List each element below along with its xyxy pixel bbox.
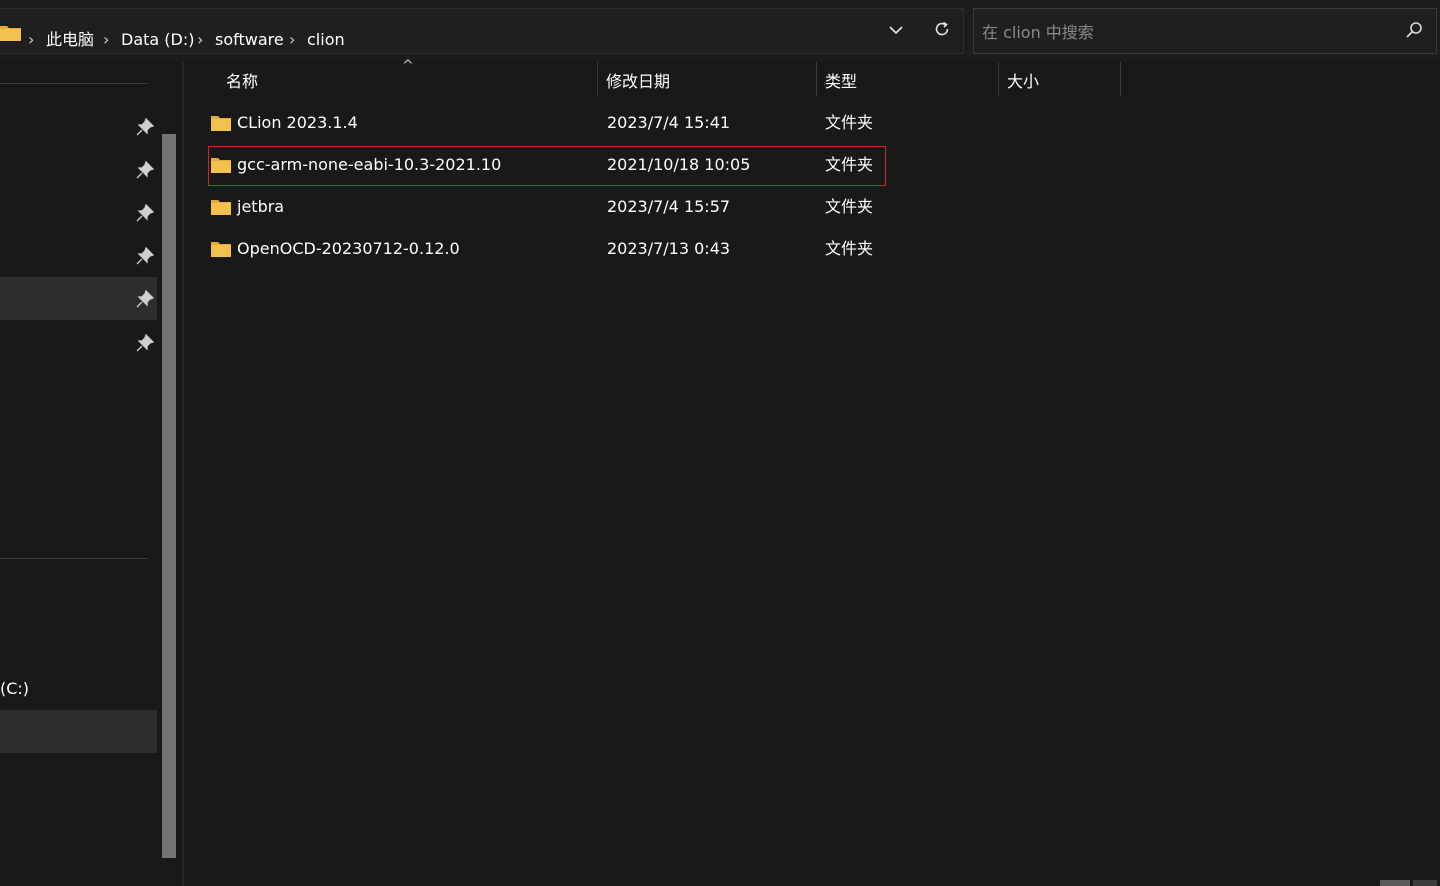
- file-name: OpenOCD-20230712-0.12.0: [237, 239, 460, 258]
- breadcrumb-separator: ›: [28, 30, 35, 49]
- file-row[interactable]: CLion 2023.1.4 2023/7/4 15:41 文件夹: [208, 104, 886, 144]
- file-row[interactable]: OpenOCD-20230712-0.12.0 2023/7/13 0:43 文…: [208, 230, 886, 270]
- address-bar[interactable]: › 此电脑 › Data (D:) › software › clion: [0, 8, 964, 54]
- column-header-type-label: 类型: [825, 72, 858, 91]
- folder-icon: [211, 242, 231, 257]
- pin-icon[interactable]: [136, 290, 154, 308]
- file-row-selected[interactable]: gcc-arm-none-eabi-10.3-2021.10 2021/10/1…: [208, 146, 886, 186]
- nav-item-c-drive[interactable]: (C:): [0, 678, 29, 700]
- pin-icon[interactable]: [136, 161, 154, 179]
- file-type: 文件夹: [825, 197, 874, 216]
- file-date: 2021/10/18 10:05: [607, 155, 751, 174]
- column-header-date[interactable]: 修改日期: [606, 68, 816, 102]
- tiles-view-button[interactable]: [1413, 880, 1437, 886]
- nav-item-selected[interactable]: [0, 277, 157, 320]
- file-row[interactable]: jetbra 2023/7/4 15:57 文件夹: [208, 188, 886, 228]
- folder-icon: [211, 158, 231, 173]
- file-list: 名称 ^ 修改日期 类型 大小 CLion 2023.1.4 2023/7/4 …: [184, 58, 1440, 886]
- pin-icon[interactable]: [136, 204, 154, 222]
- column-header-size-label: 大小: [1007, 72, 1040, 91]
- column-header-date-label: 修改日期: [606, 72, 671, 91]
- file-type: 文件夹: [825, 239, 874, 258]
- file-date: 2023/7/13 0:43: [607, 239, 731, 258]
- column-header-name-label: 名称: [226, 72, 259, 91]
- nav-divider: [0, 558, 148, 559]
- navigation-pane: (C:): [0, 62, 184, 886]
- column-separator[interactable]: [1120, 62, 1121, 96]
- breadcrumb-software[interactable]: software: [215, 29, 284, 51]
- breadcrumb-separator: ›: [289, 30, 296, 49]
- folder-icon: [211, 116, 231, 131]
- file-name: jetbra: [237, 197, 285, 216]
- file-type: 文件夹: [825, 113, 874, 132]
- file-date: 2023/7/4 15:41: [607, 113, 731, 132]
- column-separator[interactable]: [998, 62, 999, 96]
- search-icon[interactable]: [1402, 19, 1426, 43]
- column-separator[interactable]: [597, 62, 598, 96]
- nav-divider: [0, 83, 148, 84]
- file-date: 2023/7/4 15:57: [607, 197, 731, 216]
- sort-ascending-icon: ^: [402, 58, 414, 74]
- nav-item-highlight[interactable]: [0, 710, 157, 753]
- details-view-button[interactable]: [1380, 880, 1410, 886]
- folder-icon: [211, 200, 231, 215]
- chevron-down-icon[interactable]: [883, 20, 909, 46]
- search-input[interactable]: [982, 20, 1382, 44]
- breadcrumb-separator: ›: [103, 30, 110, 49]
- nav-scrollbar-thumb[interactable]: [162, 134, 176, 858]
- column-separator[interactable]: [816, 62, 817, 96]
- column-header-type[interactable]: 类型: [825, 68, 997, 102]
- refresh-icon[interactable]: [929, 20, 955, 46]
- file-type: 文件夹: [825, 155, 874, 174]
- column-header-size[interactable]: 大小: [1007, 68, 1119, 102]
- pin-icon[interactable]: [136, 247, 154, 265]
- folder-icon: [0, 26, 21, 41]
- file-name: gcc-arm-none-eabi-10.3-2021.10: [237, 155, 502, 174]
- pin-icon[interactable]: [136, 334, 154, 352]
- breadcrumb-clion[interactable]: clion: [307, 29, 345, 51]
- breadcrumb-this-pc[interactable]: 此电脑: [46, 29, 94, 51]
- top-bar: › 此电脑 › Data (D:) › software › clion: [0, 0, 1440, 62]
- file-name: CLion 2023.1.4: [237, 113, 358, 132]
- search-box[interactable]: [973, 8, 1437, 54]
- breadcrumb-data-drive[interactable]: Data (D:): [121, 29, 194, 51]
- breadcrumb-separator: ›: [197, 30, 204, 49]
- pin-icon[interactable]: [136, 118, 154, 136]
